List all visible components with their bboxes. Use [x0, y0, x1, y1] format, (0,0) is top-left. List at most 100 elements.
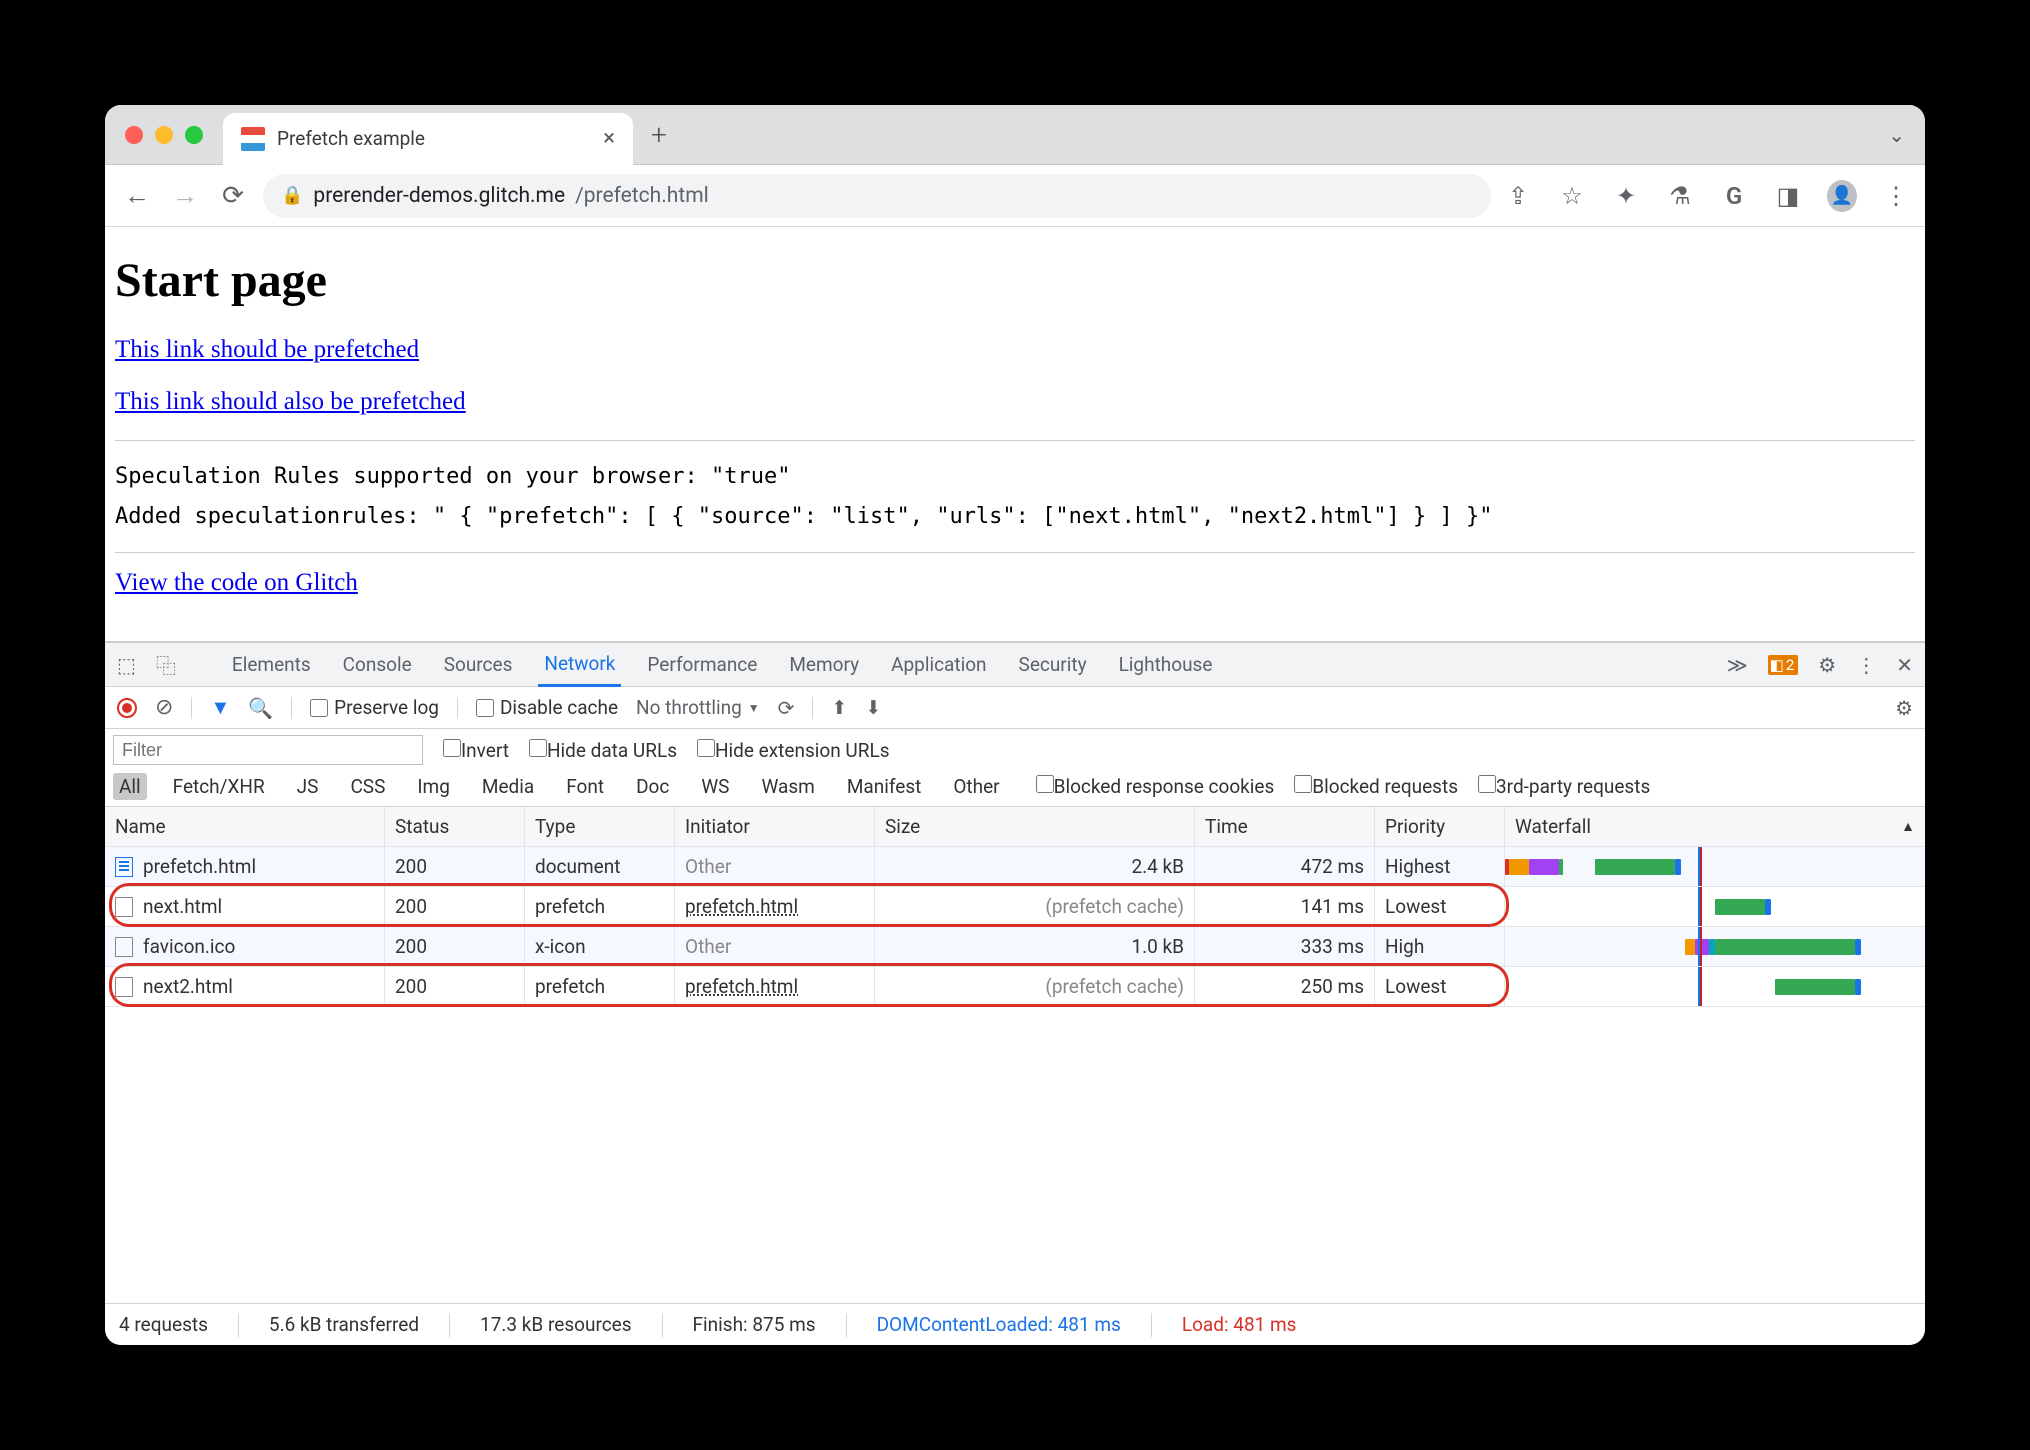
prefetch-link-1[interactable]: This link should be prefetched — [115, 336, 419, 364]
kebab-icon[interactable]: ⋮ — [1856, 653, 1876, 677]
extensions-icon[interactable]: ✦ — [1611, 182, 1641, 210]
devtools-tab-elements[interactable]: Elements — [226, 643, 317, 687]
column-header-initiator[interactable]: Initiator — [675, 807, 875, 846]
divider — [115, 440, 1915, 441]
settings-icon[interactable]: ⚙ — [1818, 653, 1836, 677]
record-button[interactable] — [117, 698, 137, 718]
document-icon — [115, 857, 133, 877]
labs-icon[interactable]: ⚗ — [1665, 182, 1695, 210]
type-filter-manifest[interactable]: Manifest — [841, 773, 928, 800]
status-cell: 200 — [385, 887, 525, 926]
url-input[interactable]: 🔒 prerender-demos.glitch.me/prefetch.htm… — [263, 174, 1491, 218]
blocked-cookies-checkbox[interactable]: Blocked response cookies — [1036, 775, 1275, 798]
url-path: /prefetch.html — [575, 184, 709, 208]
waterfall-cell — [1505, 847, 1925, 886]
new-tab-button[interactable]: + — [651, 118, 667, 151]
dcl-time: DOMContentLoaded: 481 ms — [877, 1313, 1121, 1336]
share-icon[interactable]: ⇪ — [1503, 182, 1533, 210]
type-filter-js[interactable]: JS — [291, 773, 325, 800]
devtools-tab-lighthouse[interactable]: Lighthouse — [1113, 643, 1219, 687]
back-button[interactable]: ← — [119, 178, 155, 214]
load-time: Load: 481 ms — [1182, 1313, 1297, 1336]
reload-button[interactable]: ⟳ — [215, 178, 251, 214]
third-party-checkbox[interactable]: 3rd-party requests — [1478, 775, 1650, 798]
network-settings-icon[interactable]: ⚙ — [1895, 696, 1913, 720]
column-header-time[interactable]: Time — [1195, 807, 1375, 846]
close-tab-icon[interactable]: × — [603, 126, 615, 151]
disable-cache-checkbox[interactable]: Disable cache — [476, 696, 618, 719]
glitch-link[interactable]: View the code on Glitch — [115, 569, 358, 597]
star-icon[interactable]: ☆ — [1557, 182, 1587, 210]
import-har-icon[interactable]: ⬆ — [831, 696, 847, 719]
browser-tab[interactable]: Prefetch example × — [223, 113, 633, 165]
page-content: Start page This link should be prefetche… — [105, 227, 1925, 641]
profile-avatar[interactable]: 👤 — [1827, 180, 1857, 212]
status-cell: 200 — [385, 967, 525, 1006]
invert-checkbox[interactable]: Invert — [443, 739, 509, 762]
devtools-tab-memory[interactable]: Memory — [783, 643, 865, 687]
devtools-tab-security[interactable]: Security — [1013, 643, 1093, 687]
forward-button[interactable]: → — [167, 178, 203, 214]
initiator-cell[interactable]: prefetch.html — [685, 895, 798, 918]
column-header-waterfall[interactable]: Waterfall▲ — [1505, 807, 1925, 846]
maximize-window-button[interactable] — [185, 126, 203, 144]
more-tabs-icon[interactable]: ≫ — [1727, 653, 1748, 677]
sidepanel-icon[interactable]: ◨ — [1773, 182, 1803, 210]
table-row[interactable]: prefetch.html200documentOther2.4 kB472 m… — [105, 847, 1925, 887]
initiator-cell: Other — [685, 855, 731, 878]
type-filter-ws[interactable]: WS — [695, 773, 735, 800]
column-header-size[interactable]: Size — [875, 807, 1195, 846]
export-har-icon[interactable]: ⬇ — [865, 696, 881, 719]
close-window-button[interactable] — [125, 126, 143, 144]
devtools-tab-network[interactable]: Network — [538, 643, 621, 687]
warnings-badge[interactable]: ◧ 2 — [1768, 655, 1799, 675]
devtools-tab-application[interactable]: Application — [885, 643, 992, 687]
time-cell: 472 ms — [1195, 847, 1375, 886]
type-filter-media[interactable]: Media — [476, 773, 540, 800]
kebab-menu-icon[interactable]: ⋮ — [1881, 182, 1911, 210]
filter-toggle-icon[interactable]: ▼ — [210, 695, 230, 720]
devtools-tab-performance[interactable]: Performance — [641, 643, 763, 687]
type-filter-font[interactable]: Font — [560, 773, 610, 800]
waterfall-cell — [1505, 967, 1925, 1006]
preserve-log-checkbox[interactable]: Preserve log — [310, 696, 439, 719]
devtools-tab-sources[interactable]: Sources — [438, 643, 519, 687]
resources-size: 17.3 kB resources — [480, 1313, 631, 1336]
table-row[interactable]: favicon.ico200x-iconOther1.0 kB333 msHig… — [105, 927, 1925, 967]
table-row[interactable]: next.html200prefetchprefetch.html(prefet… — [105, 887, 1925, 927]
time-cell: 141 ms — [1195, 887, 1375, 926]
column-header-name[interactable]: Name — [105, 807, 385, 846]
column-header-status[interactable]: Status — [385, 807, 525, 846]
type-filter-all[interactable]: All — [113, 773, 147, 800]
titlebar: Prefetch example × + ⌄ — [105, 105, 1925, 165]
type-filter-fetch-xhr[interactable]: Fetch/XHR — [167, 773, 271, 800]
prefetch-link-2[interactable]: This link should also be prefetched — [115, 388, 466, 416]
initiator-cell[interactable]: prefetch.html — [685, 975, 798, 998]
table-row[interactable]: next2.html200prefetchprefetch.html(prefe… — [105, 967, 1925, 1007]
transferred-size: 5.6 kB transferred — [269, 1313, 419, 1336]
google-icon[interactable]: G — [1719, 182, 1749, 210]
network-conditions-icon[interactable]: ⟳ — [778, 696, 795, 720]
hide-data-urls-checkbox[interactable]: Hide data URLs — [529, 739, 677, 762]
type-filter-img[interactable]: Img — [411, 773, 456, 800]
inspect-icon[interactable]: ⬚ — [117, 653, 136, 677]
url-host: prerender-demos.glitch.me — [313, 184, 565, 208]
type-filter-other[interactable]: Other — [947, 773, 1005, 800]
clear-button[interactable]: ⊘ — [155, 695, 173, 720]
search-icon[interactable]: 🔍 — [248, 696, 273, 720]
device-toggle-icon[interactable]: ⿻ — [156, 650, 176, 679]
priority-cell: Highest — [1375, 847, 1505, 886]
column-header-priority[interactable]: Priority — [1375, 807, 1505, 846]
type-filter-wasm[interactable]: Wasm — [755, 773, 820, 800]
blocked-requests-checkbox[interactable]: Blocked requests — [1294, 775, 1458, 798]
type-filter-doc[interactable]: Doc — [630, 773, 675, 800]
tabs-menu-button[interactable]: ⌄ — [1888, 123, 1905, 147]
type-filter-css[interactable]: CSS — [344, 773, 391, 800]
minimize-window-button[interactable] — [155, 126, 173, 144]
throttling-select[interactable]: No throttling ▼ — [636, 696, 760, 719]
close-devtools-icon[interactable]: ✕ — [1896, 653, 1913, 677]
column-header-type[interactable]: Type — [525, 807, 675, 846]
hide-extension-urls-checkbox[interactable]: Hide extension URLs — [697, 739, 890, 762]
filter-input[interactable] — [113, 735, 423, 765]
devtools-tab-console[interactable]: Console — [337, 643, 418, 687]
